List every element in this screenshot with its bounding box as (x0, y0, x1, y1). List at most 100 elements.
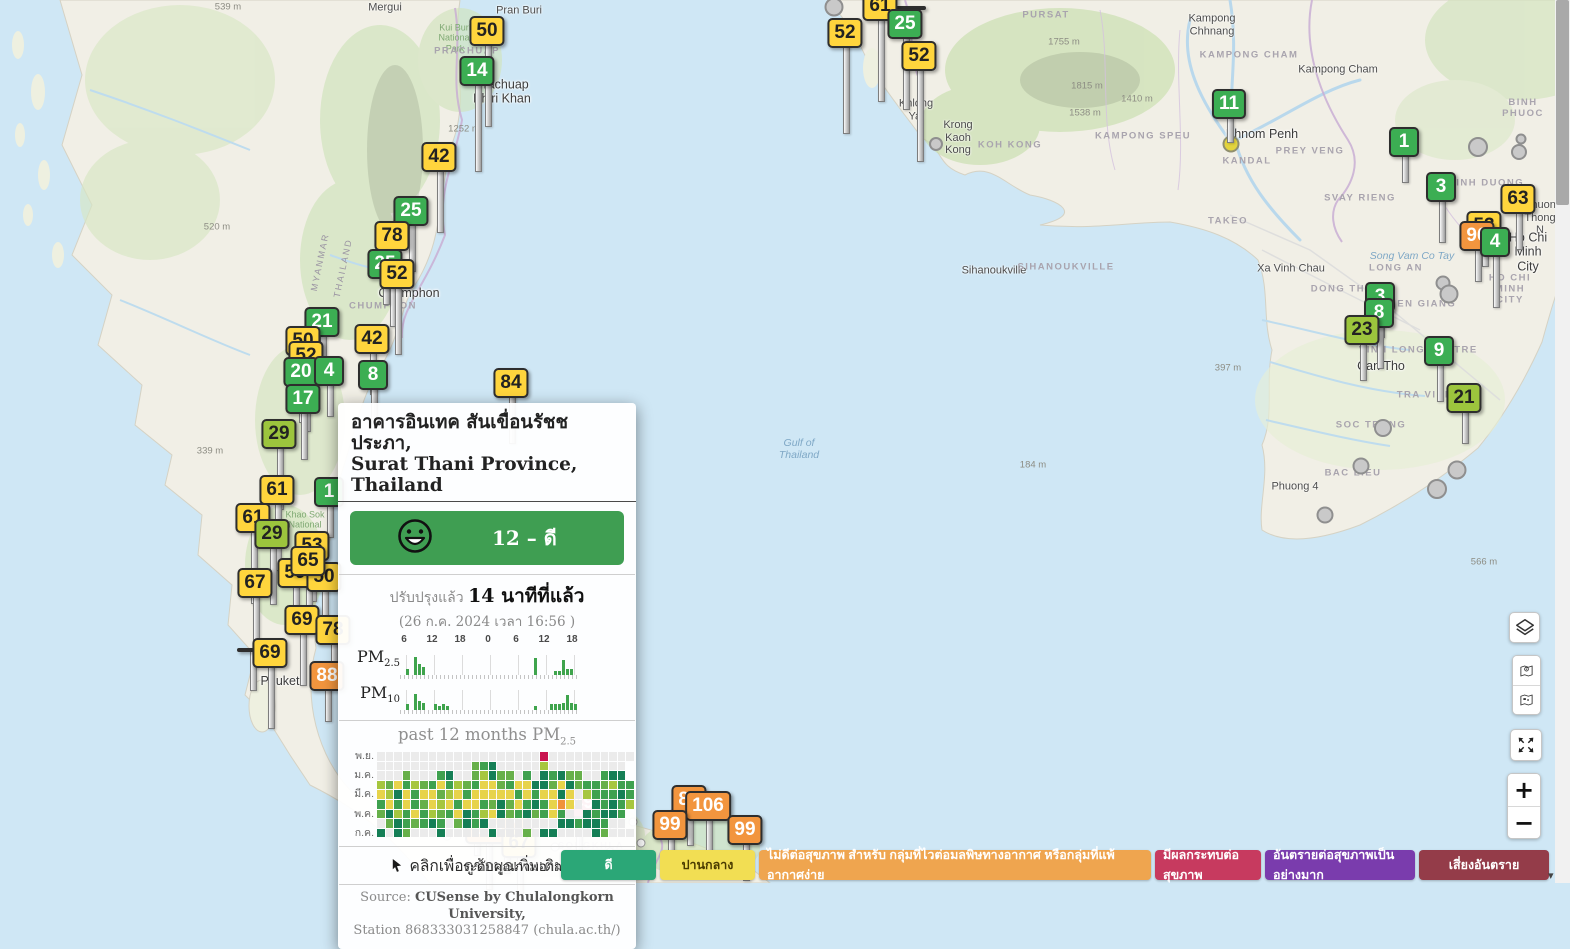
heatmap-cell (515, 810, 523, 819)
heatmap-cell (583, 829, 591, 838)
heatmap-cell (609, 800, 617, 809)
heatmap-cell (446, 762, 454, 771)
heatmap-cell (540, 829, 548, 838)
map-markers-view-button[interactable] (1513, 685, 1540, 714)
legend-item-0[interactable]: ดี (561, 850, 656, 880)
heatmap-cell (454, 800, 462, 809)
aqi-marker[interactable]: 42 (421, 142, 456, 172)
heatmap-cell (437, 752, 445, 761)
zoom-in-button[interactable]: + (1508, 774, 1540, 806)
aqi-marker[interactable]: 69 (284, 605, 319, 635)
scrollbar-thumb[interactable] (1556, 0, 1569, 205)
station-dot[interactable] (1468, 137, 1488, 157)
fullscreen-button[interactable] (1510, 729, 1542, 761)
station-dot[interactable] (1427, 479, 1447, 499)
heatmap-cell (394, 752, 402, 761)
legend-collapse-caret[interactable]: ▾ (1548, 869, 1554, 882)
legend-item-1[interactable]: ปานกลาง (660, 850, 755, 880)
heatmap-cell (480, 800, 488, 809)
aqi-marker[interactable]: 61 (259, 475, 294, 505)
station-dot[interactable] (1317, 507, 1334, 524)
heatmap-cell (549, 829, 557, 838)
legend-item-2[interactable]: ไม่ดีต่อสุขภาพ สำหรับ กลุ่มที่ไวต่อมลพิษ… (759, 850, 1151, 880)
aqi-marker[interactable]: 29 (254, 519, 289, 549)
aqi-marker[interactable]: 11 (1212, 89, 1246, 119)
heatmap-cell (472, 829, 480, 838)
heatmap-cell (472, 781, 480, 790)
heatmap-cell (480, 752, 488, 761)
heatmap-cell (454, 810, 462, 819)
station-dot[interactable] (1440, 285, 1459, 304)
aqi-marker[interactable]: 25 (887, 9, 922, 39)
heatmap-cell (549, 800, 557, 809)
station-dot[interactable] (929, 137, 943, 151)
station-dot[interactable] (1374, 419, 1392, 437)
legend-item-5[interactable]: เสี่ยงอันตราย (1419, 850, 1549, 880)
map-base-art (0, 0, 1570, 883)
station-dot[interactable] (1511, 144, 1527, 160)
aqi-marker[interactable]: 21 (1446, 383, 1481, 413)
heatmap-cell (515, 781, 523, 790)
aqi-marker[interactable]: 52 (827, 18, 862, 48)
heatmap-cell (540, 781, 548, 790)
heatmap-cell (446, 771, 454, 780)
aqi-marker[interactable]: 3 (1426, 172, 1456, 202)
aqi-marker[interactable]: 84 (493, 368, 528, 398)
aqi-marker[interactable]: 50 (469, 16, 504, 46)
heatmap-cell (601, 810, 609, 819)
heatmap-cell (549, 762, 557, 771)
aqi-marker[interactable]: 63 (1500, 184, 1535, 214)
aqi-marker[interactable]: 29 (261, 419, 296, 449)
pm25-chart (402, 655, 580, 675)
updated-block: ปรับปรุงแล้ว 14 นาทีที่แล้ว (26 ก.ค. 202… (338, 575, 636, 632)
aqi-marker[interactable]: 14 (459, 56, 494, 86)
aqi-marker[interactable]: 52 (379, 259, 414, 289)
zoom-out-button[interactable]: − (1508, 806, 1540, 838)
aqi-marker[interactable]: 8 (358, 360, 388, 390)
heatmap-cell (394, 781, 402, 790)
legend-item-4[interactable]: อันตรายต่อสุขภาพเป็นอย่างมาก (1265, 850, 1415, 880)
heatmap-cell (489, 800, 497, 809)
aqi-marker[interactable]: 1 (1389, 127, 1419, 157)
station-dot[interactable] (1448, 461, 1467, 480)
heatmap-cell (523, 829, 531, 838)
heatmap-cell (463, 819, 471, 828)
station-dot[interactable] (1516, 134, 1527, 145)
aqi-marker[interactable]: 99 (652, 810, 687, 840)
aqi-marker[interactable]: 69 (252, 638, 287, 668)
aqi-marker[interactable]: 99 (727, 815, 762, 845)
chart-bar (534, 706, 537, 710)
aqi-marker[interactable]: 42 (354, 324, 389, 354)
aqi-marker[interactable]: 106 (685, 791, 731, 821)
heatmap-cell (411, 829, 419, 838)
heatmap-cell (394, 829, 402, 838)
heatmap-cell (626, 800, 634, 809)
aqi-marker[interactable]: 78 (374, 221, 409, 251)
aqi-marker[interactable]: 17 (285, 384, 320, 414)
pm-charts: 61218061218 PM2.5 PM10 (338, 632, 636, 719)
legend-item-3[interactable]: มีผลกระทบต่อสุขภาพ (1155, 850, 1261, 880)
heatmap-cell (618, 781, 626, 790)
source-org[interactable]: CUSense by Chulalongkorn University, (415, 890, 614, 921)
layers-button[interactable] (1509, 612, 1540, 643)
heatmap-cell (532, 829, 540, 838)
chart-tick-row: 61218061218 (400, 634, 578, 647)
source-text: Source: CUSense by Chulalongkorn Univers… (338, 885, 636, 949)
heatmap-cell (609, 790, 617, 799)
aqi-marker[interactable]: 67 (237, 568, 272, 598)
heatmap-cell (626, 781, 634, 790)
aqi-marker[interactable]: 23 (1344, 315, 1379, 345)
heatmap-cell (506, 790, 514, 799)
map-canvas[interactable]: 539 mMerguiPran BuriKui Buri National Pa… (0, 0, 1570, 883)
heatmap-cell (523, 762, 531, 771)
aqi-marker[interactable]: 65 (290, 546, 325, 576)
aqi-marker[interactable]: 52 (901, 41, 936, 71)
heatmap-cell (446, 790, 454, 799)
map-pin-view-button[interactable] (1513, 656, 1540, 685)
station-dot[interactable] (1353, 458, 1370, 475)
heatmap-cell (558, 800, 566, 809)
aqi-marker[interactable]: 4 (314, 356, 344, 386)
aqi-marker[interactable]: 4 (1480, 227, 1510, 257)
aqi-marker[interactable]: 9 (1424, 336, 1454, 366)
scrollbar-track[interactable] (1555, 0, 1570, 883)
